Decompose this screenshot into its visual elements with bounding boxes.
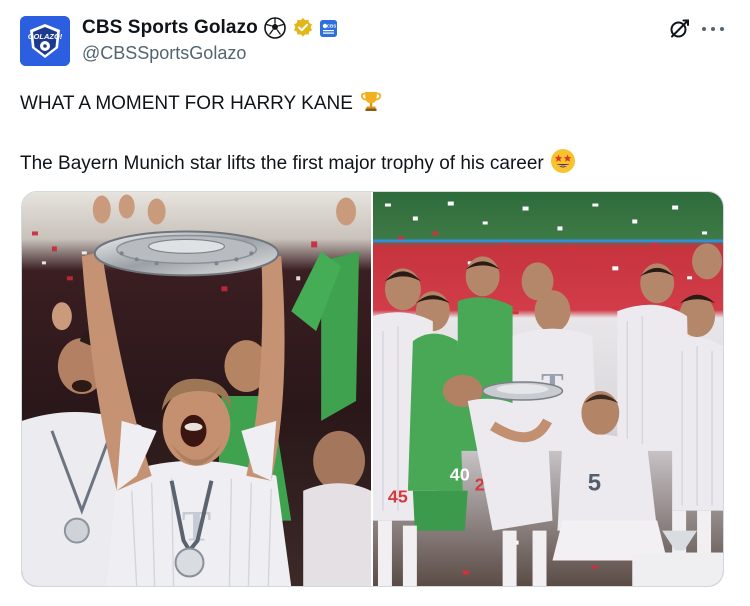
svg-text:CBS: CBS <box>327 23 337 28</box>
photo-kane-kissing-trophy[interactable]: T 45 40 22 22 <box>373 192 723 586</box>
photo-kane-lifting-trophy[interactable]: T <box>22 192 371 586</box>
svg-text:GOLAZO!: GOLAZO! <box>28 32 63 41</box>
kane-trophy-photo-illustration: T <box>22 192 371 586</box>
svg-text:5: 5 <box>588 470 601 497</box>
jersey-number: 45 <box>388 487 408 507</box>
post-headline: WHAT A MOMENT FOR HARRY KANE <box>20 93 353 114</box>
display-name[interactable]: CBS Sports Golazo <box>82 17 258 39</box>
post-text-line-1: WHAT A MOMENT FOR HARRY KANE <box>20 89 383 119</box>
star-struck-emoji <box>550 148 576 180</box>
post-text-line-2: The Bayern Munich star lifts the first m… <box>20 148 576 180</box>
trophy-emoji <box>359 89 383 119</box>
affiliate-badge-icon[interactable]: CBS <box>319 19 337 37</box>
team-celebration-photo-illustration: T 45 40 22 22 <box>373 192 723 586</box>
grok-icon[interactable] <box>668 18 690 40</box>
author-name-row: CBS Sports Golazo CBS <box>82 17 337 39</box>
media-grid[interactable]: T 45 40 5 <box>21 191 724 587</box>
tweet-card[interactable]: GOLAZO! CBS Sports Golazo CBS @CBSSports… <box>0 0 750 606</box>
more-options-icon[interactable] <box>702 20 724 38</box>
gold-verified-badge-icon[interactable] <box>292 17 314 39</box>
post-body: The Bayern Munich star lifts the first m… <box>20 153 544 174</box>
soccer-ball-icon <box>264 17 286 39</box>
author-handle[interactable]: @CBSSportsGolazo <box>82 43 246 64</box>
jersey-number: 40 <box>450 465 470 485</box>
avatar[interactable]: GOLAZO! <box>20 16 70 66</box>
golazo-logo-icon: GOLAZO! <box>20 16 70 66</box>
